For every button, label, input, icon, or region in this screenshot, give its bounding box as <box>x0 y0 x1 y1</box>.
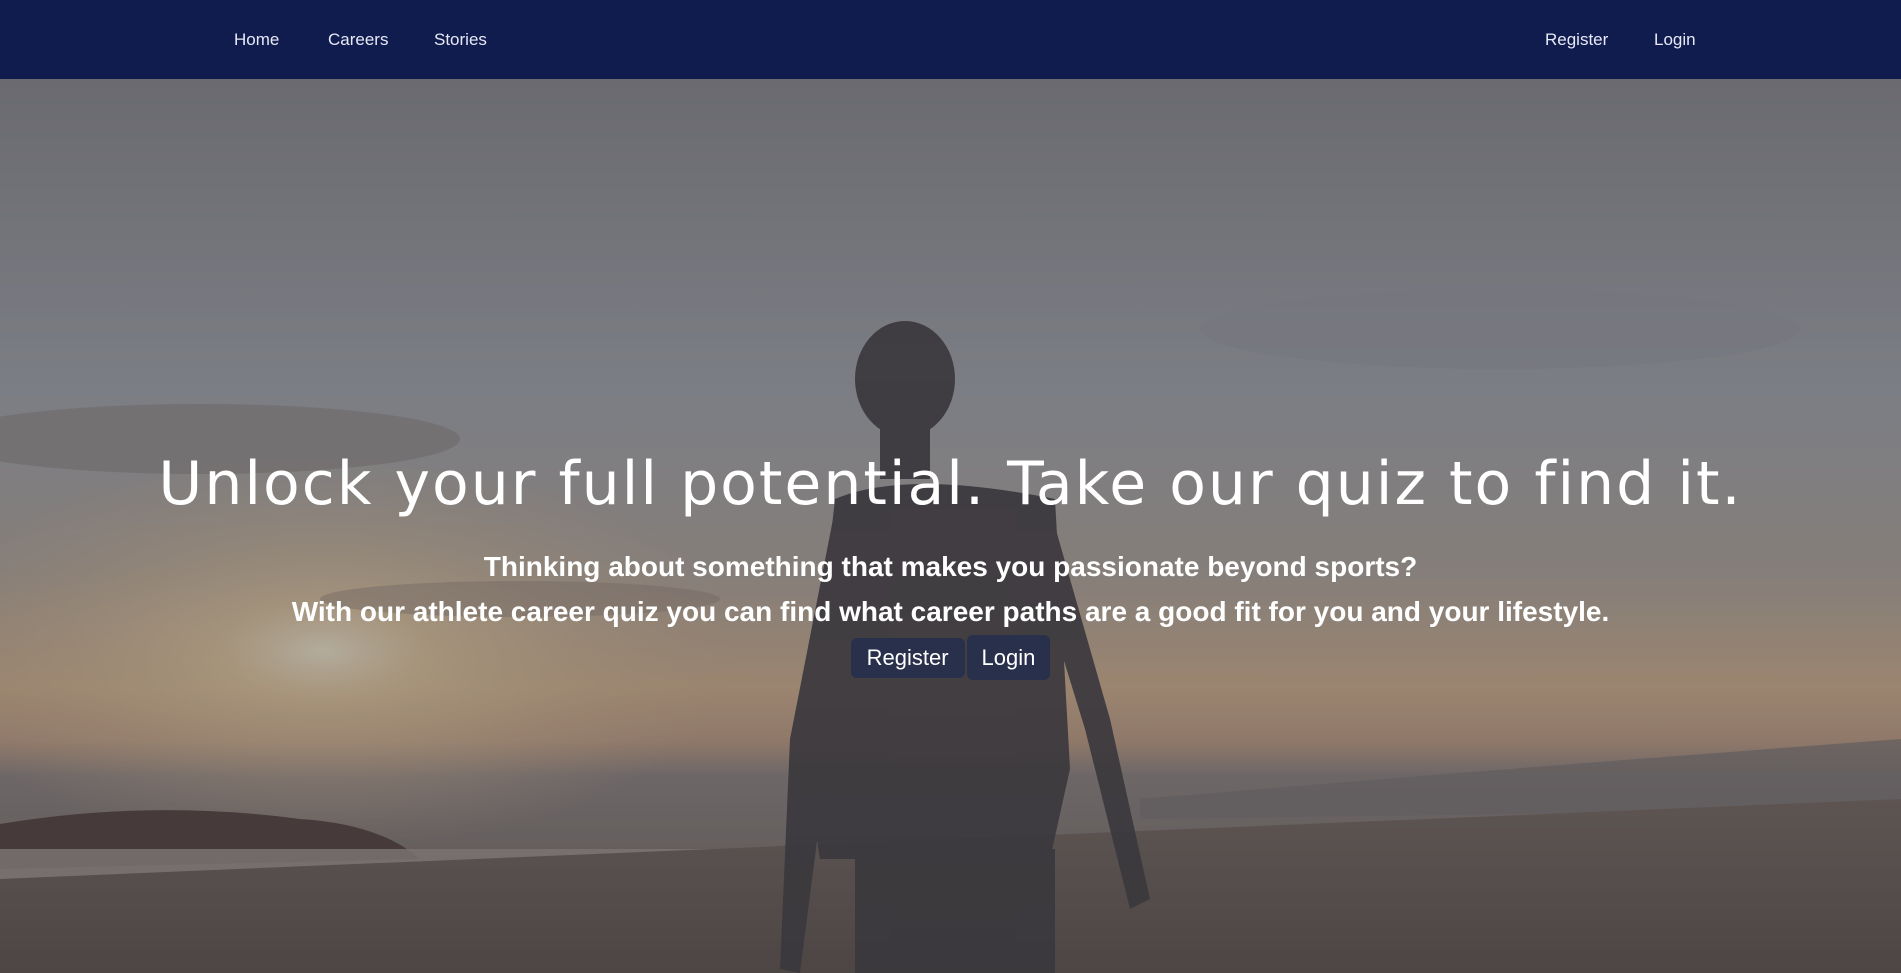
hero-section: Unlock your full potential. Take our qui… <box>0 79 1901 973</box>
hero-subtitle-line-2: With our athlete career quiz you can fin… <box>291 596 1610 627</box>
hero-subtitle-line-1: Thinking about something that makes you … <box>483 551 1418 582</box>
hero-title: Unlock your full potential. Take our qui… <box>158 449 1743 519</box>
hero-button-group: Register Login <box>0 635 1901 680</box>
nav-link-register[interactable]: Register <box>1545 0 1608 79</box>
top-navbar: Home Careers Stories Register Login <box>0 0 1901 79</box>
hero-register-button[interactable]: Register <box>850 637 965 678</box>
hero-login-button[interactable]: Login <box>966 635 1051 680</box>
nav-link-stories[interactable]: Stories <box>434 0 487 79</box>
nav-link-login[interactable]: Login <box>1654 0 1696 79</box>
hero-dark-overlay <box>0 79 1901 973</box>
nav-link-home[interactable]: Home <box>234 0 279 79</box>
nav-link-careers[interactable]: Careers <box>328 0 388 79</box>
